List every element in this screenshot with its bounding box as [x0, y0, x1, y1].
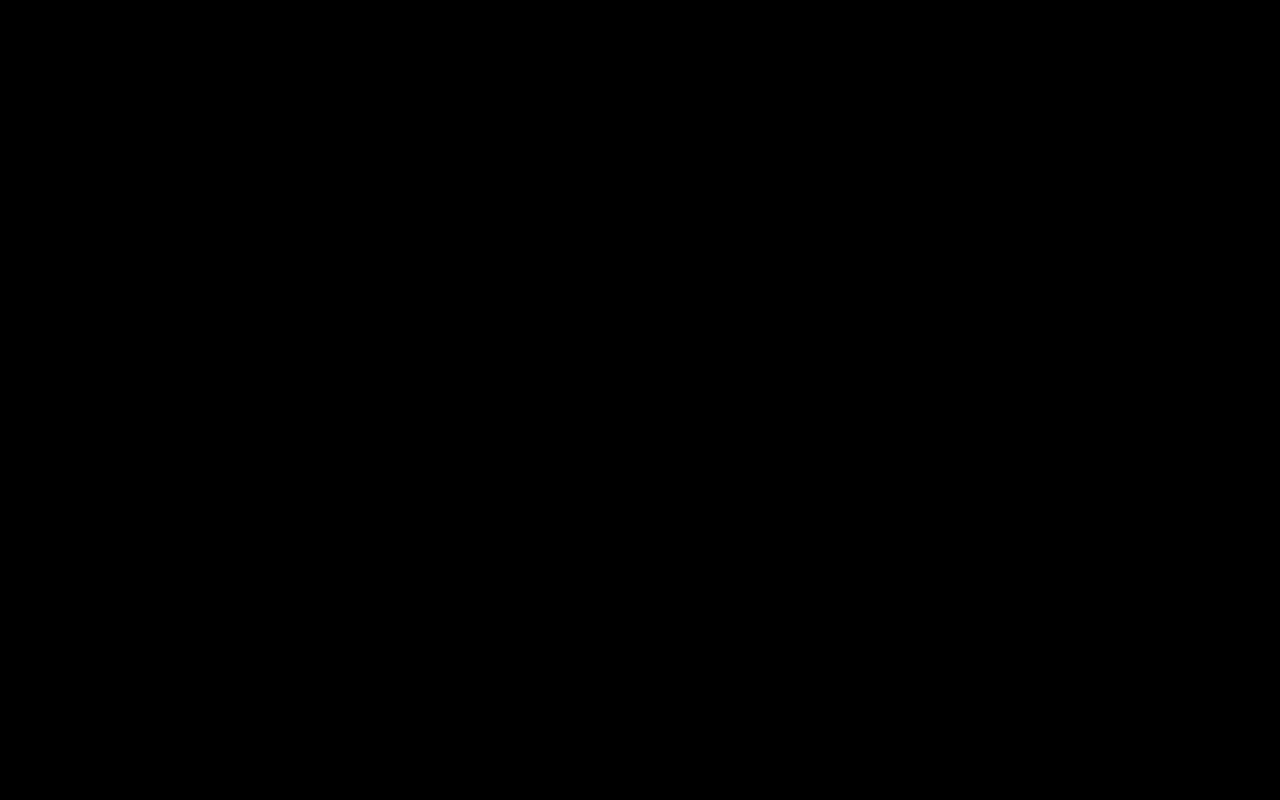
chart-container: [0, 0, 1280, 800]
plot-area: [50, 65, 1270, 770]
